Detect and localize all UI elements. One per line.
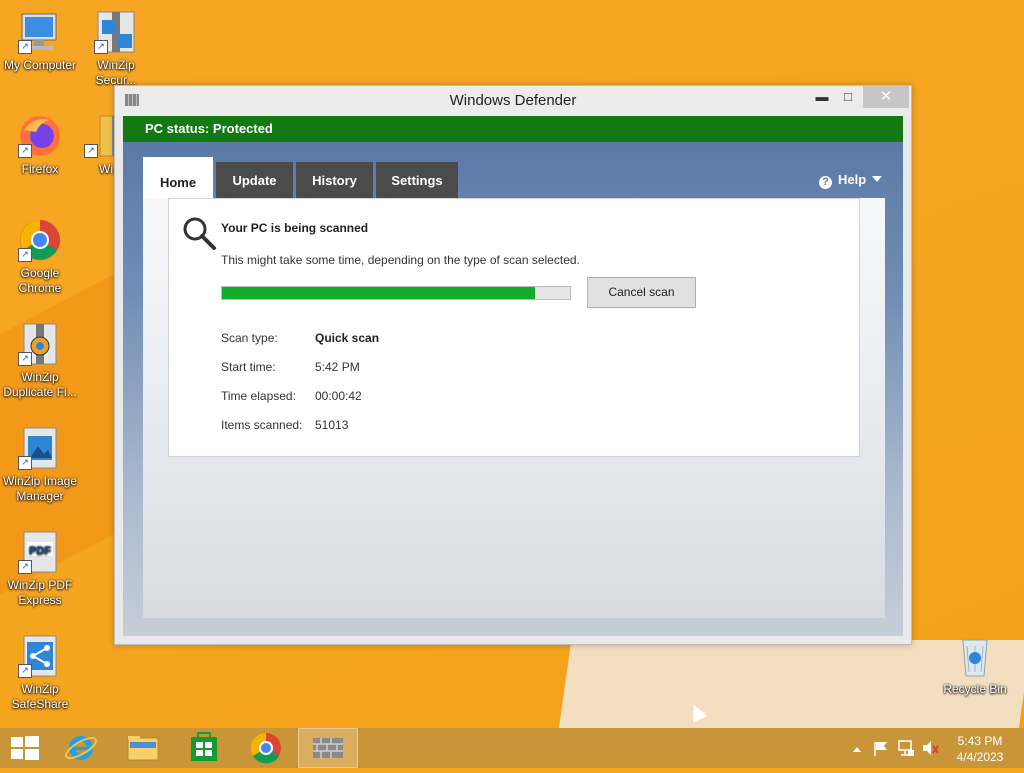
store-icon: [191, 732, 217, 761]
items-scanned-value: 51013: [315, 418, 349, 432]
scan-type-label: Scan type:: [221, 331, 278, 345]
tab-history[interactable]: History: [296, 162, 373, 198]
scan-progress-bar: [221, 286, 571, 300]
desktop-icon-label: Google Chrome: [18, 266, 62, 295]
cancel-scan-button[interactable]: Cancel scan: [587, 277, 696, 308]
taskbar-internet-explorer[interactable]: [50, 728, 110, 768]
items-scanned-label: Items scanned:: [221, 418, 303, 432]
action-center-flag[interactable]: [872, 728, 890, 768]
desktop-icon-label: WinZip PDF Express: [7, 578, 73, 607]
start-time-value: 5:42 PM: [315, 360, 360, 374]
desktop-icon-label: WinZip Duplicate Fi...: [3, 370, 77, 399]
taskbar-windows-defender[interactable]: [298, 728, 358, 768]
taskbar-file-explorer[interactable]: [112, 728, 172, 768]
clock-date: 4/4/2023: [956, 750, 1004, 764]
desktop-icon-winzip-pdf-express[interactable]: PDF ↗ WinZip PDF Express: [0, 528, 80, 608]
title-bar[interactable]: Windows Defender ▬ □ ✕: [115, 86, 911, 116]
tab-update[interactable]: Update: [216, 162, 293, 198]
safeshare-icon: ↗: [16, 632, 64, 680]
winzip-duplicate-icon: ↗: [16, 320, 64, 368]
desktop-icon-google-chrome[interactable]: ↗ Google Chrome: [0, 216, 80, 296]
defender-client-area: Home Update History Settings ? Help Your …: [123, 142, 903, 636]
volume-muted-icon: [923, 741, 939, 755]
internet-explorer-icon: [64, 736, 98, 760]
svg-text:PDF: PDF: [29, 545, 51, 557]
network-icon: [898, 740, 914, 756]
volume-control[interactable]: [920, 728, 940, 768]
desktop-icon-label: My Computer: [3, 58, 77, 72]
desktop-icon-my-computer[interactable]: ↗ My Computer: [0, 8, 80, 73]
clock-time: 5:43 PM: [957, 734, 1003, 748]
pc-status-bar: PC status: Protected: [123, 116, 903, 142]
desktop-icon-label: Wi: [99, 162, 113, 176]
chevron-up-icon: [853, 747, 861, 752]
flag-icon: [874, 742, 887, 756]
desktop-icon-firefox[interactable]: ↗ Firefox: [0, 112, 80, 177]
system-clock[interactable]: 5:43 PM 4/4/2023: [950, 733, 1010, 765]
magnifier-icon: [183, 217, 216, 250]
tab-home[interactable]: Home: [143, 157, 213, 199]
scan-progress-fill: [222, 287, 536, 299]
help-label: Help: [838, 172, 867, 187]
winzip-image-icon: ↗: [16, 424, 64, 472]
time-elapsed-label: Time elapsed:: [221, 389, 296, 403]
desktop-icon-label: Firefox: [21, 162, 59, 176]
desktop-icon-winzip-image-manager[interactable]: ↗ WinZip Image Manager: [0, 424, 80, 504]
desktop-icon-label: WinZip SafeShare: [11, 682, 69, 711]
scan-type-value: Quick scan: [315, 331, 380, 345]
taskbar-store[interactable]: [174, 728, 234, 768]
scan-description: This might take some time, depending on …: [221, 253, 580, 267]
time-elapsed-value: 00:00:42: [315, 389, 362, 403]
close-button[interactable]: ✕: [863, 86, 909, 108]
winzip-icon: ↗: [92, 8, 140, 56]
help-icon: ?: [819, 176, 832, 189]
home-panel: Your PC is being scanned This might take…: [143, 198, 885, 618]
desktop-icon-winzip-secure[interactable]: ↗ WinZip Secur...: [76, 8, 156, 88]
network-status[interactable]: [896, 728, 916, 768]
taskbar: 5:43 PM 4/4/2023: [0, 728, 1024, 768]
windows-defender-window: Windows Defender ▬ □ ✕ PC status: Protec…: [114, 85, 912, 645]
chrome-icon: [250, 732, 281, 764]
recycle-bin-icon: [951, 632, 999, 680]
desktop-icon-label: WinZip Secur...: [95, 58, 137, 87]
taskbar-chrome[interactable]: [236, 728, 296, 768]
scan-heading: Your PC is being scanned: [221, 221, 369, 235]
computer-icon: ↗: [16, 8, 64, 56]
maximize-button[interactable]: □: [835, 86, 861, 108]
tab-settings[interactable]: Settings: [376, 162, 458, 198]
desktop-icon-winzip-safeshare[interactable]: ↗ WinZip SafeShare: [0, 632, 80, 712]
firefox-icon: ↗: [16, 112, 64, 160]
chevron-down-icon: [872, 176, 883, 182]
start-time-label: Start time:: [221, 360, 276, 374]
window-title: Windows Defender: [449, 92, 577, 109]
minimize-button[interactable]: ▬: [809, 86, 835, 108]
show-hidden-icons-button[interactable]: [850, 728, 864, 768]
help-menu[interactable]: ? Help: [819, 172, 883, 189]
folder-icon: [127, 736, 159, 761]
chrome-icon: ↗: [16, 216, 64, 264]
desktop-icon-label: WinZip Image Manager: [2, 474, 78, 503]
defender-icon: [313, 738, 343, 758]
pdf-icon: PDF ↗: [16, 528, 64, 576]
desktop-icon-recycle-bin[interactable]: Recycle Bin: [935, 632, 1015, 697]
desktop-icon-label: Recycle Bin: [943, 682, 1007, 696]
pc-status-text: PC status: Protected: [145, 121, 273, 136]
scan-status-card: Your PC is being scanned This might take…: [168, 198, 860, 457]
desktop-icon-winzip-duplicate[interactable]: ↗ WinZip Duplicate Fi...: [0, 320, 80, 400]
